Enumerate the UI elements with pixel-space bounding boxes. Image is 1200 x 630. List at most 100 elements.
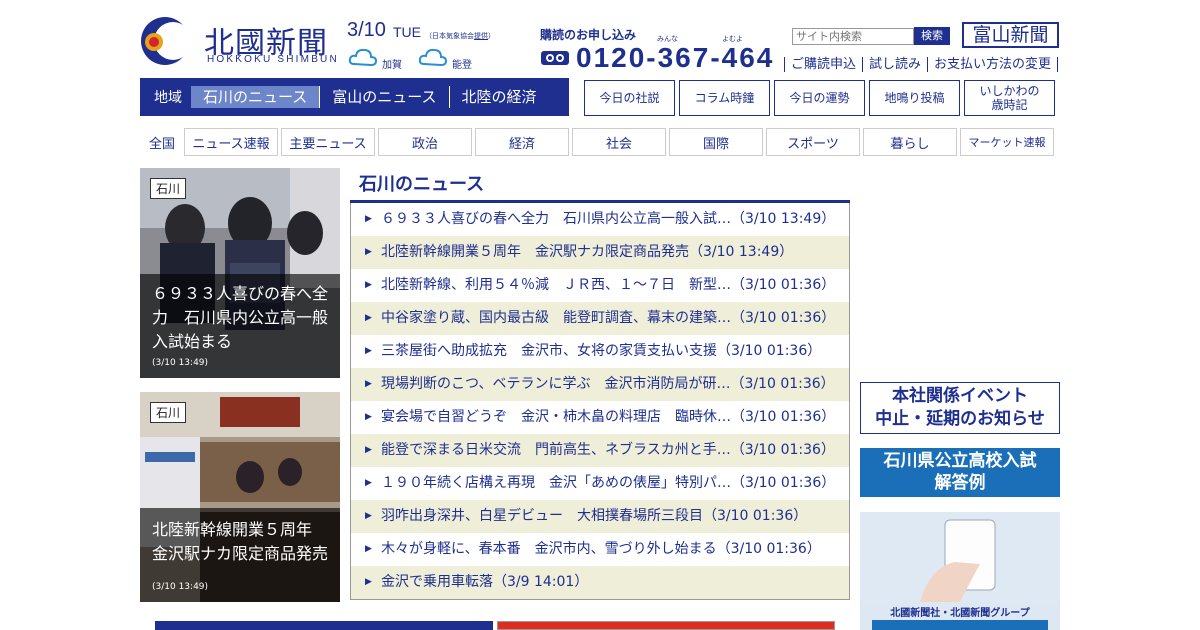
site-search-input[interactable] <box>792 28 914 45</box>
bottom-ad-banner[interactable] <box>497 621 835 630</box>
region-tag: 石川 <box>150 402 187 423</box>
subscribe-phone-number[interactable]: 0120-367-464 <box>576 42 774 74</box>
logo-mark-icon <box>141 17 192 65</box>
current-date: 3/10 <box>347 19 386 41</box>
news-list-item[interactable]: ▶ 現場判断のこつ、ベテランに学ぶ 金沢市消防局が研…（3/10 01:36） <box>351 368 849 401</box>
banner-line: 解答例 <box>934 473 986 493</box>
weather-region-label: 加賀 <box>382 60 402 71</box>
news-list: ▶ ６９３３人喜びの春へ全力 石川県内公立高一般入試…（3/10 13:49） ▶… <box>350 203 850 600</box>
news-headline: 北陸新幹線開業５周年 金沢駅ナカ限定商品発売（3/10 13:49） <box>381 244 794 260</box>
logo-text-en: HOKKOKU SHIMBUN <box>207 54 339 65</box>
news-headline: 宴会場で自習どうぞ 金沢・柿木畠の料理店 臨時休…（3/10 01:36） <box>381 409 836 425</box>
arrow-right-icon: ▶ <box>365 313 372 323</box>
horoscope-button[interactable]: 今日の運勢 <box>774 80 865 116</box>
arrow-right-icon: ▶ <box>365 346 372 356</box>
banner-line: 石川県公立高校入試 <box>883 451 1037 471</box>
subscribe-link[interactable]: ご購読申込 <box>784 57 862 72</box>
photo-story[interactable]: 石川 北陸新幹線開業５周年 金沢駅ナカ限定商品発売 (3/10 13:49) <box>140 392 340 602</box>
arrow-right-icon: ▶ <box>365 511 372 521</box>
news-headline: 金沢で乗用車転落（3/9 14:01） <box>381 574 589 590</box>
photo-story[interactable]: 石川 ６９３３人喜びの春へ全力 石川県内公立高一般入試始まる (3/10 13:… <box>140 168 340 378</box>
region-nav: 地域 石川のニュース 富山のニュース 北陸の経済 <box>140 78 569 116</box>
news-list-item[interactable]: ▶ 木々が身軽に、春本番 金沢市内、雪づり外し始まる（3/10 01:36） <box>351 533 849 566</box>
story-caption: 北陸新幹線開業５周年 金沢駅ナカ限定商品発売 (3/10 13:49) <box>140 508 340 602</box>
arrow-right-icon: ▶ <box>365 280 372 290</box>
news-list-item[interactable]: ▶ 北陸新幹線開業５周年 金沢駅ナカ限定商品発売（3/10 13:49） <box>351 236 849 269</box>
arrow-right-icon: ▶ <box>365 214 372 224</box>
ishikawa-news-section: 石川のニュース ▶ ６９３３人喜びの春へ全力 石川県内公立高一般入試…（3/10 … <box>350 170 850 600</box>
group-ad-strip <box>872 620 1048 630</box>
cloud-icon <box>348 48 378 67</box>
category-international[interactable]: 国際 <box>669 128 763 156</box>
trial-read-link[interactable]: 試し読み <box>862 57 927 72</box>
news-list-item[interactable]: ▶ １９０年続く店構え再現 金沢「あめの俵屋」特別パ…（3/10 01:36） <box>351 467 849 500</box>
region-tag: 石川 <box>150 178 187 199</box>
news-list-item[interactable]: ▶ 北陸新幹線、利用５４％減 ＪＲ西、１～７日 新型…（3/10 01:36） <box>351 269 849 302</box>
event-notice-banner[interactable]: 本社関係イベント 中止・延期のお知らせ <box>860 382 1060 434</box>
payment-change-link[interactable]: お支払い方法の変更 <box>927 57 1059 72</box>
news-list-item[interactable]: ▶ 宴会場で自習どうぞ 金沢・柿木畠の料理店 臨時休…（3/10 01:36） <box>351 401 849 434</box>
bottom-ad-banner[interactable] <box>155 621 493 630</box>
editorial-button[interactable]: 今日の社説 <box>584 80 675 116</box>
category-nav-label: 全国 <box>148 136 175 152</box>
category-politics[interactable]: 政治 <box>378 128 472 156</box>
category-nav: 全国 ニュース速報 主要ニュース 政治 経済 社会 国際 スポーツ 暮らし マー… <box>140 128 1057 156</box>
story-headline: 北陸新幹線開業５周年 金沢駅ナカ限定商品発売 <box>152 520 329 563</box>
region-nav-label: 地域 <box>154 90 182 106</box>
column-jisho-button[interactable]: コラム時鐘 <box>679 80 770 116</box>
seasonal-calendar-button[interactable]: いしかわの 歳時記 <box>964 80 1055 116</box>
news-list-item[interactable]: ▶ 能登で深まる日米交流 門前高生、ネブラスカ州と手…（3/10 01:36） <box>351 434 849 467</box>
news-headline: 羽咋出身深井、白星デビュー 大相撲春場所三段目（3/10 01:36） <box>381 508 808 524</box>
tab-hokuriku-economy[interactable]: 北陸の経済 <box>448 86 549 108</box>
news-list-item[interactable]: ▶ 中谷家塗り蔵、国内最古級 能登町調査、幕末の建築…（3/10 01:36） <box>351 302 849 335</box>
reader-post-button[interactable]: 地鳴り投稿 <box>869 80 960 116</box>
subscribe-title: 購読のお申し込み <box>540 28 637 42</box>
news-headline: 現場判断のこつ、ベテランに学ぶ 金沢市消防局が研…（3/10 01:36） <box>381 376 835 392</box>
news-headline: 木々が身軽に、春本番 金沢市内、雪づり外し始まる（3/10 01:36） <box>381 541 821 557</box>
group-ad-text: 北國新聞社・北國新聞グループ <box>890 608 1030 619</box>
hand-phone-image <box>860 512 1060 602</box>
news-headline: 能登で深まる日米交流 門前高生、ネブラスカ州と手…（3/10 01:36） <box>381 442 835 458</box>
search-button[interactable]: 検索 <box>914 27 950 45</box>
arrow-right-icon: ▶ <box>365 577 372 587</box>
site-logo[interactable]: 北國新聞 HOKKOKU SHIMBUN <box>140 16 340 66</box>
arrow-right-icon: ▶ <box>365 412 372 422</box>
category-breaking-news[interactable]: ニュース速報 <box>184 128 278 156</box>
news-headline: 三茶屋街へ助成拡充 金沢市、女将の家賃支払い支援（3/10 01:36） <box>381 343 822 359</box>
group-ad-banner[interactable]: 北國新聞社・北國新聞グループ <box>860 512 1060 630</box>
tab-toyama-news[interactable]: 富山のニュース <box>319 86 448 108</box>
category-sports[interactable]: スポーツ <box>766 128 860 156</box>
category-top-news[interactable]: 主要ニュース <box>281 128 375 156</box>
day-of-week: TUE <box>393 24 421 40</box>
news-headline: 北陸新幹線、利用５４％減 ＪＲ西、１～７日 新型…（3/10 01:36） <box>381 277 836 293</box>
news-headline: 中谷家塗り蔵、国内最古級 能登町調査、幕末の建築…（3/10 01:36） <box>381 310 836 326</box>
category-society[interactable]: 社会 <box>572 128 666 156</box>
story-timestamp: (3/10 13:49) <box>152 582 209 592</box>
category-economy[interactable]: 経済 <box>475 128 569 156</box>
tab-ishikawa-news[interactable]: 石川のニュース <box>191 86 320 108</box>
news-list-item[interactable]: ▶ 三茶屋街へ助成拡充 金沢市、女将の家賃支払い支援（3/10 01:36） <box>351 335 849 368</box>
cloud-icon <box>418 48 448 67</box>
story-caption: ６９３３人喜びの春へ全力 石川県内公立高一般入試始まる (3/10 13:49) <box>140 274 340 378</box>
story-headline: ６９３３人喜びの春へ全力 石川県内公立高一般入試始まる <box>152 284 329 351</box>
news-list-item[interactable]: ▶ 羽咋出身深井、白星デビュー 大相撲春場所三段目（3/10 01:36） <box>351 500 849 533</box>
banner-line: 本社関係イベント <box>892 386 1028 406</box>
arrow-right-icon: ▶ <box>365 478 372 488</box>
news-list-item[interactable]: ▶ 金沢で乗用車転落（3/9 14:01） <box>351 566 849 599</box>
news-headline: ６９３３人喜びの春へ全力 石川県内公立高一般入試…（3/10 13:49） <box>381 211 836 227</box>
category-market-news[interactable]: マーケット速報 <box>960 128 1054 156</box>
feature-buttons: 今日の社説 コラム時鐘 今日の運勢 地鳴り投稿 いしかわの 歳時記 <box>584 80 1059 116</box>
news-list-item[interactable]: ▶ ６９３３人喜びの春へ全力 石川県内公立高一般入試…（3/10 13:49） <box>351 203 849 236</box>
category-lifestyle[interactable]: 暮らし <box>863 128 957 156</box>
toyama-shimbun-button[interactable]: 富山新聞 <box>962 22 1059 48</box>
weather-region-label: 能登 <box>452 60 472 71</box>
arrow-right-icon: ▶ <box>365 445 372 455</box>
exam-answers-banner[interactable]: 石川県公立高校入試 解答例 <box>860 448 1060 497</box>
arrow-right-icon: ▶ <box>365 247 372 257</box>
section-title: 石川のニュース <box>350 170 850 203</box>
freedial-icon <box>541 51 569 65</box>
arrow-right-icon: ▶ <box>365 379 372 389</box>
weather-credit-link[interactable]: 提供 <box>474 32 488 40</box>
news-headline: １９０年続く店構え再現 金沢「あめの俵屋」特別パ…（3/10 01:36） <box>381 475 836 491</box>
top-links: ご購読申込 試し読み お支払い方法の変更 <box>784 57 1059 72</box>
